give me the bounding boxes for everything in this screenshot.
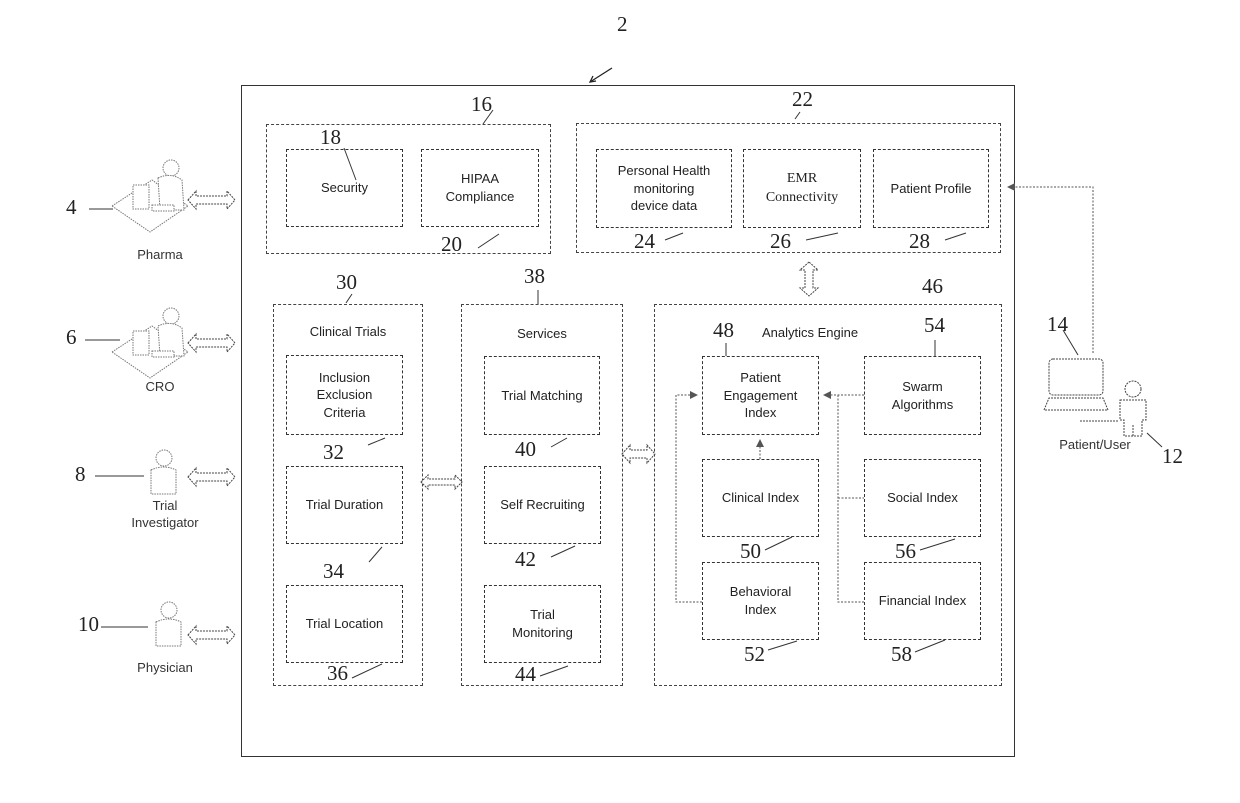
trial-investigator-label: Trial Investigator (131, 498, 199, 530)
hipaa-compliance-ref: 20 (441, 232, 462, 256)
cro-ref: 6 (66, 325, 77, 349)
system-ref: 2 (617, 12, 628, 36)
inclusion-exclusion-label: Inclusion Exclusion Criteria (316, 369, 373, 420)
financial-index-ref: 58 (891, 642, 912, 666)
computer-ref: 14 (1047, 312, 1068, 336)
patient-profile-label: Patient Profile (890, 180, 972, 196)
social-index-box: Social Index (864, 459, 981, 537)
physician-ref: 10 (78, 612, 99, 636)
trial-duration-box: Trial Duration (286, 466, 403, 544)
personal-health-device-label: Personal Health monitoring device data (617, 163, 711, 214)
swarm-algorithms-label: Swarm Algorithms (891, 378, 954, 412)
trial-matching-box: Trial Matching (484, 356, 600, 435)
trial-matching-label: Trial Matching (501, 387, 583, 403)
trial-monitoring-ref: 44 (515, 662, 536, 686)
personal-health-device-box: Personal Health monitoring device data (596, 149, 732, 228)
trial-investigator-bidirectional-arrow (187, 466, 236, 488)
trial-investigator-icon (150, 449, 177, 495)
swarm-algorithms-box: Swarm Algorithms (864, 356, 981, 435)
patient-profile-box: Patient Profile (873, 149, 989, 228)
clinical-index-label: Clinical Index (721, 490, 800, 506)
social-index-ref: 56 (895, 539, 916, 563)
patient-engagement-index-label: Patient Engagement Index (723, 370, 798, 421)
patient-user-label: Patient/User (1059, 437, 1131, 452)
security-box: Security (286, 149, 403, 227)
trial-duration-label: Trial Duration (305, 497, 384, 513)
system-pointer-arrow (588, 67, 613, 83)
security-label: Security (321, 180, 368, 196)
cro-label: CRO (145, 379, 175, 394)
inclusion-exclusion-box: Inclusion Exclusion Criteria (286, 355, 403, 435)
clinical-index-ref: 50 (740, 539, 761, 563)
cro-bidirectional-arrow (187, 332, 236, 354)
compliance-group-ref: 16 (471, 92, 492, 116)
self-recruiting-box: Self Recruiting (484, 466, 601, 544)
personal-health-device-ref: 24 (634, 229, 655, 253)
hipaa-compliance-label: HIPAA Compliance (445, 171, 515, 204)
trial-location-box: Trial Location (286, 585, 403, 663)
clinical-trials-ref: 30 (336, 270, 357, 294)
cro-actor-icon (111, 307, 189, 379)
computer-icon (1043, 358, 1118, 422)
swarm-algorithms-ref: 54 (924, 313, 945, 337)
financial-index-box: Financial Index (864, 562, 981, 640)
emr-connectivity-label: EMR Connectivity (765, 170, 839, 205)
behavioral-index-ref: 52 (744, 642, 765, 666)
emr-connectivity-box: EMR Connectivity (743, 149, 861, 228)
patient-user-icon (1119, 380, 1147, 437)
trial-duration-ref: 34 (323, 559, 344, 583)
analytics-engine-title: Analytics Engine (762, 325, 859, 340)
patient-engagement-index-box: Patient Engagement Index (702, 356, 819, 435)
financial-index-label: Financial Index (878, 593, 967, 609)
pharma-bidirectional-arrow (187, 189, 236, 211)
inclusion-exclusion-ref: 32 (323, 440, 344, 464)
analytics-engine-ref: 46 (922, 274, 943, 298)
hipaa-compliance-box: HIPAA Compliance (421, 149, 539, 227)
social-index-label: Social Index (887, 490, 958, 506)
behavioral-index-label: Behavioral Index (729, 584, 792, 617)
self-recruiting-label: Self Recruiting (500, 497, 585, 513)
trial-location-ref: 36 (327, 661, 348, 685)
services-ref: 38 (524, 264, 545, 288)
emr-connectivity-ref: 26 (770, 229, 791, 253)
self-recruiting-ref: 42 (515, 547, 536, 571)
trial-matching-ref: 40 (515, 437, 536, 461)
trial-investigator-ref: 8 (75, 462, 86, 486)
services-title: Services (517, 326, 567, 341)
clinical-trials-title: Clinical Trials (309, 324, 387, 339)
patient-profile-ref: 28 (909, 229, 930, 253)
patient-data-group-ref: 22 (792, 87, 813, 111)
security-ref: 18 (320, 125, 341, 149)
pharma-label: Pharma (137, 247, 183, 262)
physician-bidirectional-arrow (187, 624, 236, 646)
trial-monitoring-label: Trial Monitoring (512, 607, 573, 640)
pharma-ref: 4 (66, 195, 77, 219)
pharma-actor-icon (111, 159, 189, 233)
patient-user-ref: 12 (1162, 444, 1183, 468)
physician-label: Physician (137, 660, 193, 675)
physician-icon (155, 601, 182, 647)
clinical-index-box: Clinical Index (702, 459, 819, 537)
patient-engagement-index-ref: 48 (713, 318, 734, 342)
trial-location-label: Trial Location (305, 616, 384, 632)
behavioral-index-box: Behavioral Index (702, 562, 819, 640)
trial-monitoring-box: Trial Monitoring (484, 585, 601, 663)
